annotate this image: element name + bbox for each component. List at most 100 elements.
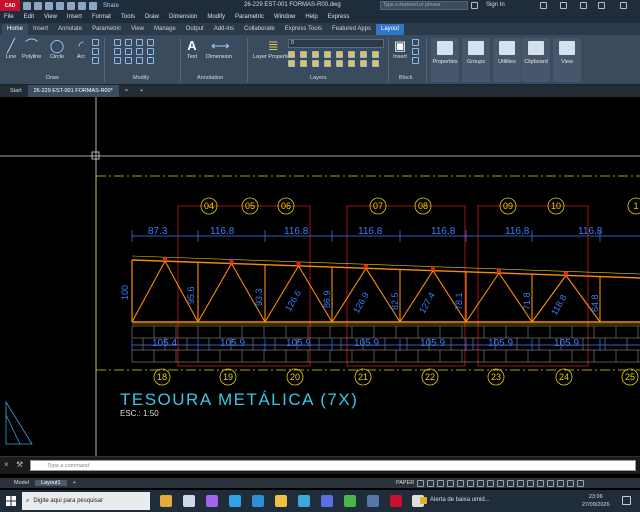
tab-express-tools[interactable]: Express Tools — [280, 24, 327, 35]
utilities-button[interactable]: Utilities — [493, 38, 521, 82]
menu-edit[interactable]: Edit — [24, 14, 34, 20]
close-tab-icon[interactable]: × — [119, 85, 134, 97]
layer-copy-icon[interactable] — [348, 60, 355, 67]
tab-home[interactable]: Home — [2, 24, 29, 35]
layer-on-icon[interactable] — [312, 60, 319, 67]
circle-tool[interactable]: ◯ Circle — [49, 38, 65, 60]
ortho-icon[interactable] — [437, 480, 445, 487]
tab-manage[interactable]: Manage — [149, 24, 181, 35]
teams-icon[interactable] — [320, 495, 333, 507]
menu-help[interactable]: Help — [305, 14, 317, 20]
properties-button[interactable]: Properties — [431, 38, 459, 82]
layer-lock-icon[interactable] — [324, 51, 331, 58]
fillet-icon[interactable] — [136, 48, 143, 55]
search-input[interactable]: Type a keyword or phrase — [380, 1, 468, 10]
close-command-icon[interactable]: × — [4, 460, 9, 469]
erase-icon[interactable] — [147, 39, 154, 46]
menu-modify[interactable]: Modify — [207, 14, 225, 20]
offset-icon[interactable] — [147, 57, 154, 64]
polyline-tool[interactable]: ⌒ Polyline — [22, 38, 41, 60]
rectangle-icon[interactable] — [92, 39, 99, 46]
command-input[interactable]: Type a command — [30, 460, 636, 471]
clean-screen-icon[interactable] — [567, 480, 575, 487]
minimize-icon[interactable] — [580, 2, 587, 9]
move-icon[interactable] — [114, 39, 121, 46]
menu-tools[interactable]: Tools — [121, 14, 135, 20]
open-file-icon[interactable] — [34, 1, 42, 10]
app-icon[interactable] — [366, 495, 379, 507]
redo-icon[interactable] — [89, 1, 97, 10]
hatch-icon[interactable] — [92, 48, 99, 55]
layer-change-icon[interactable] — [336, 60, 343, 67]
transparency-icon[interactable] — [487, 480, 495, 487]
save-as-icon[interactable] — [56, 1, 64, 10]
notification-center-icon[interactable] — [622, 496, 631, 505]
copy-icon[interactable] — [114, 48, 121, 55]
units-icon[interactable] — [537, 480, 545, 487]
weather-icon[interactable] — [160, 495, 172, 507]
dimension-tool[interactable]: ⟷ Dimension — [206, 38, 232, 60]
tab-parametric[interactable]: Parametric — [87, 24, 126, 35]
cart-icon[interactable] — [540, 2, 547, 9]
grid-icon[interactable] — [417, 480, 425, 487]
gradient-icon[interactable] — [92, 57, 99, 64]
arc-tool[interactable]: ◜ Arc — [73, 38, 89, 60]
text-tool[interactable]: A Text — [184, 38, 200, 60]
hamburger-menu-icon[interactable] — [577, 480, 585, 487]
workspace-icon[interactable] — [517, 480, 525, 487]
layer-match-icon[interactable] — [336, 51, 343, 58]
paper-space-toggle[interactable]: PAPER — [396, 480, 414, 487]
polar-icon[interactable] — [447, 480, 455, 487]
tab-annotate[interactable]: Annotate — [53, 24, 87, 35]
search-icon[interactable] — [471, 2, 478, 9]
customize-command-icon[interactable]: ⚒ — [16, 460, 23, 469]
menu-draw[interactable]: Draw — [145, 14, 159, 20]
menu-file[interactable]: File — [4, 14, 14, 20]
chrome-icon[interactable] — [343, 495, 356, 507]
notification-text[interactable]: Alerta de baixa umid... — [430, 497, 490, 503]
layer-delete-icon[interactable] — [360, 60, 367, 67]
maximize-icon[interactable] — [598, 2, 605, 9]
selection-cycling-icon[interactable] — [497, 480, 505, 487]
layer-dropdown[interactable]: 0 — [288, 39, 384, 48]
tab-add-ins[interactable]: Add-ins — [209, 24, 239, 35]
close-icon[interactable] — [620, 2, 627, 9]
annotation-panel-label[interactable]: Annotation — [197, 75, 223, 81]
create-block-icon[interactable] — [412, 39, 419, 46]
draw-panel-label[interactable]: Draw — [46, 75, 59, 81]
annotation-scale-icon[interactable] — [507, 480, 515, 487]
tab-insert[interactable]: Insert — [28, 24, 53, 35]
menu-format[interactable]: Format — [92, 14, 111, 20]
line-tool[interactable]: ╱ Line — [3, 38, 19, 60]
tab-model[interactable]: Model — [8, 480, 35, 486]
array-icon[interactable] — [136, 57, 143, 64]
layer-thaw-icon[interactable] — [300, 60, 307, 67]
layer-previous-icon[interactable] — [348, 51, 355, 58]
layer-off-icon[interactable] — [312, 51, 319, 58]
save-icon[interactable] — [45, 1, 53, 10]
layer-unlock-icon[interactable] — [324, 60, 331, 67]
menu-insert[interactable]: Insert — [67, 14, 82, 20]
osnap-icon[interactable] — [457, 480, 465, 487]
tab-featured-apps[interactable]: Featured Apps — [327, 24, 376, 35]
new-tab-icon[interactable]: + — [134, 85, 149, 97]
edge-icon[interactable] — [228, 495, 241, 507]
store-icon[interactable] — [251, 495, 264, 507]
explode-icon[interactable] — [147, 48, 154, 55]
edit-block-icon[interactable] — [412, 48, 419, 55]
quick-properties-icon[interactable] — [547, 480, 555, 487]
add-layout-icon[interactable]: + — [67, 480, 82, 486]
tab-layout1[interactable]: Layout1 — [34, 480, 67, 486]
scale-icon[interactable] — [125, 57, 132, 64]
isolate-objects-icon[interactable] — [557, 480, 565, 487]
system-clock[interactable]: 23:06 27/09/2026 — [582, 493, 610, 509]
file-explorer-icon[interactable] — [274, 495, 287, 507]
new-file-icon[interactable] — [23, 1, 31, 10]
snap-icon[interactable] — [427, 480, 435, 487]
view-button[interactable]: View — [553, 38, 581, 82]
layer-unisolate-icon[interactable] — [288, 60, 295, 67]
layer-state-icon[interactable] — [372, 60, 379, 67]
tab-view[interactable]: View — [126, 24, 149, 35]
insert-block-button[interactable]: ▣ Insert — [392, 38, 408, 60]
layers-panel-label[interactable]: Layers — [310, 75, 327, 81]
